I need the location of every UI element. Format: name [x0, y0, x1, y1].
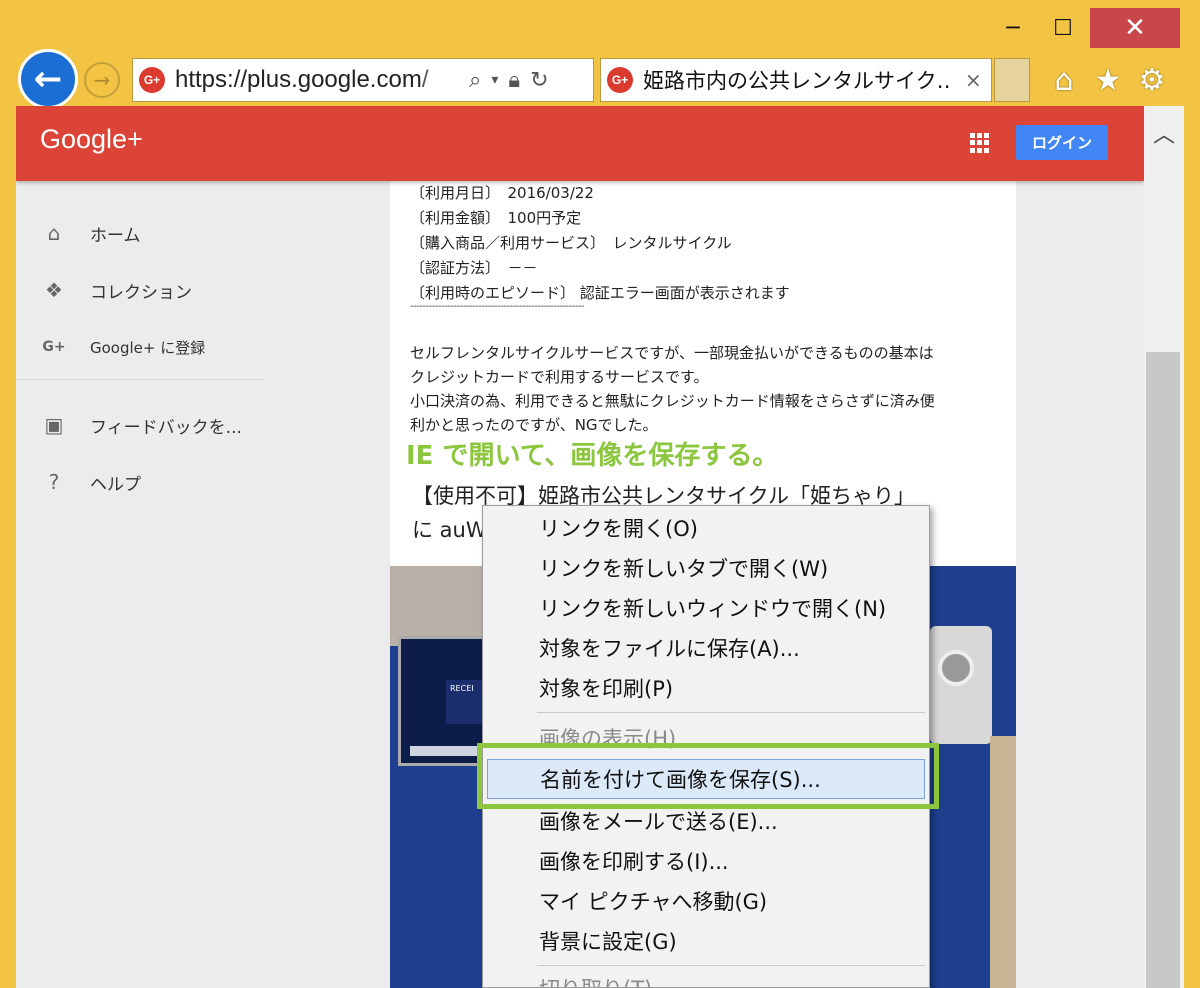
sidebar-item-help[interactable]: ? ヘルプ: [16, 462, 266, 502]
menu-item-print-target[interactable]: 対象を印刷(P): [483, 668, 929, 708]
feedback-icon: ▣: [44, 413, 64, 437]
new-tab-button[interactable]: [994, 58, 1030, 102]
scrollbar-thumb[interactable]: [1146, 352, 1180, 988]
sidebar-item-label: ホーム: [90, 225, 141, 246]
dropdown-icon[interactable]: ▾: [491, 72, 498, 93]
post-body: セルフレンタルサイクルサービスですが、一部現金払いができるものの基本は クレジッ…: [410, 341, 1010, 437]
url-host: https://plus.google.com: [175, 66, 422, 93]
menu-item-label: 背景に設定(G): [539, 930, 677, 954]
refresh-icon[interactable]: ↻: [530, 68, 548, 93]
menu-item-label: 画像を印刷する(I)...: [539, 850, 729, 874]
collections-icon: ❖: [45, 278, 63, 302]
sidebar-item-label: ヘルプ: [90, 474, 141, 495]
menu-item-label: リンクを新しいウィンドウで開く(N): [539, 597, 887, 621]
body-line: セルフレンタルサイクルサービスですが、一部現金払いができるものの基本は: [410, 344, 934, 362]
menu-item-open-new-tab[interactable]: リンクを新しいタブで開く(W): [483, 548, 929, 588]
menu-item-label: リンクを開く(O): [539, 517, 698, 541]
post-line: 〔認証方法〕 －－: [410, 259, 538, 277]
gear-icon[interactable]: ⚙: [1132, 60, 1172, 100]
minimize-button[interactable]: ─: [990, 8, 1036, 48]
menu-item-label: 画像をメールで送る(E)...: [539, 810, 778, 834]
sidebar-item-label: コレクション: [90, 282, 192, 303]
address-url[interactable]: https://plus.google.com/: [175, 66, 461, 94]
lock-icon[interactable]: 🔒︎: [508, 68, 520, 93]
photo-hand: [390, 566, 490, 646]
search-icon[interactable]: ⌕: [469, 68, 481, 93]
menu-item-save-target[interactable]: 対象をファイルに保存(A)...: [483, 628, 929, 668]
menu-item-open-link[interactable]: リンクを開く(O): [483, 508, 929, 548]
menu-item-set-as-background[interactable]: 背景に設定(G): [483, 921, 929, 961]
scroll-up-icon[interactable]: ︿: [1144, 118, 1184, 148]
help-icon: ?: [48, 470, 60, 494]
menu-separator: [537, 965, 925, 966]
back-button[interactable]: ←: [18, 49, 78, 109]
sidebar-item-feedback[interactable]: ▣ フィードバックを...: [16, 405, 266, 445]
favorites-star-icon[interactable]: ★: [1088, 60, 1128, 100]
photo-keyhole: [938, 650, 974, 686]
sidebar-item-home[interactable]: ⌂ ホーム: [16, 213, 266, 253]
body-line: 利かと思ったのですが、NGでした。: [410, 416, 658, 434]
sidebar-item-collections[interactable]: ❖ コレクション: [16, 270, 266, 310]
tab-favicon-icon: G+: [607, 67, 633, 93]
sidebar: ⌂ ホーム ❖ コレクション G+ Google+ に登録 ▣ フィードバックを…: [16, 181, 266, 988]
menu-item-label: 切り取り(T): [539, 973, 652, 987]
highlight-callout-box: [477, 743, 939, 809]
url-path: /: [421, 66, 429, 93]
vertical-scrollbar[interactable]: ︿: [1144, 106, 1184, 988]
menu-item-label: リンクを新しいタブで開く(W): [539, 557, 829, 581]
post-line: 〔購入商品／利用サービス〕 レンタルサイクル: [410, 234, 732, 252]
maximize-button[interactable]: ☐: [1040, 8, 1086, 48]
menu-item-open-new-window[interactable]: リンクを新しいウィンドウで開く(N): [483, 588, 929, 628]
annotation-caption: IE で開いて、画像を保存する。: [406, 441, 779, 471]
tab-close-icon[interactable]: ×: [965, 68, 982, 92]
home-icon: ⌂: [47, 221, 61, 245]
address-bar[interactable]: G+ https://plus.google.com/ ⌕ ▾ 🔒︎ ↻: [132, 58, 594, 102]
post-divider-dashes: ----------------------------------------…: [410, 301, 585, 312]
tab-active[interactable]: G+ 姫路市内の公共レンタルサイク… ×: [600, 58, 992, 102]
menu-separator: [537, 712, 925, 713]
gplus-logo[interactable]: Google+: [40, 124, 143, 155]
gplus-header: Google+ ログイン: [16, 106, 1144, 181]
gplus-icon: G+: [42, 339, 66, 355]
menu-item-go-to-my-pictures[interactable]: マイ ピクチャへ移動(G): [483, 881, 929, 921]
sidebar-item-join[interactable]: G+ Google+ に登録: [16, 327, 266, 367]
post-details: 〔利用月日〕 2016/03/22 〔利用金額〕 100円予定 〔購入商品／利用…: [410, 181, 1010, 306]
menu-item-label: マイ ピクチャへ移動(G): [539, 890, 768, 914]
sidebar-divider: [16, 379, 264, 380]
close-window-button[interactable]: ✕: [1090, 8, 1180, 48]
sidebar-item-label: フィードバックを...: [90, 417, 242, 438]
menu-item-cut: 切り取り(T): [483, 968, 929, 987]
menu-item-print-picture[interactable]: 画像を印刷する(I)...: [483, 841, 929, 881]
menu-item-label: 対象をファイルに保存(A)...: [539, 637, 800, 661]
photo-edge: [990, 736, 1016, 988]
body-line: 小口決済の為、利用できると無駄にクレジットカード情報をさらさずに済み便: [410, 392, 935, 410]
post-line: 〔利用月日〕 2016/03/22: [410, 184, 594, 202]
home-icon[interactable]: ⌂: [1044, 60, 1084, 100]
sidebar-item-label: Google+ に登録: [90, 338, 206, 357]
forward-button[interactable]: →: [84, 62, 120, 98]
login-button[interactable]: ログイン: [1016, 125, 1108, 160]
apps-grid-icon[interactable]: [970, 133, 990, 153]
post-line: 〔利用金額〕 100円予定: [410, 209, 582, 227]
body-line: クレジットカードで利用するサービスです。: [410, 368, 709, 386]
menu-item-label: 対象を印刷(P): [539, 677, 674, 701]
tab-title: 姫路市内の公共レンタルサイク…: [643, 69, 953, 93]
gplus-favicon-icon: G+: [139, 67, 165, 93]
